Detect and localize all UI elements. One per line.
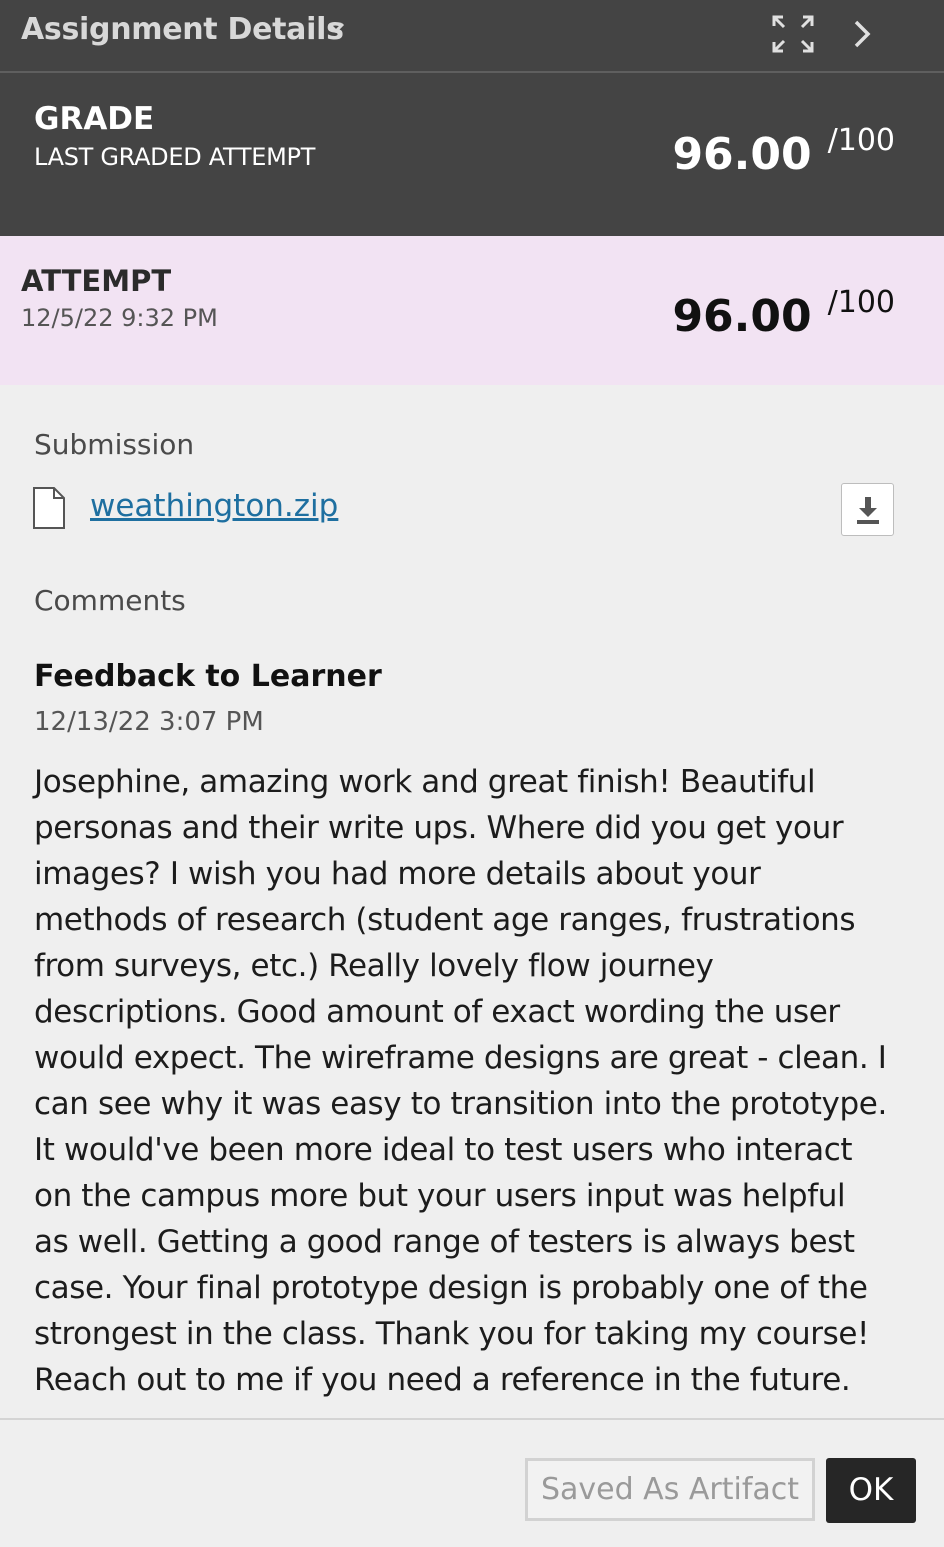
grade-score-max: /100 [827,123,895,158]
chevron-right-icon[interactable] [848,14,880,54]
feedback-line: would expect. The wireframe designs are … [34,1040,887,1076]
saved-as-artifact-button[interactable]: Saved As Artifact [525,1458,815,1521]
feedback-line: descriptions. Good amount of exact wordi… [34,994,840,1030]
chevron-down-icon[interactable] [324,16,348,40]
comments-label: Comments [34,584,186,617]
feedback-line: can see why it was easy to transition in… [34,1086,887,1122]
grade-score: 96.00 /100 [672,123,895,180]
feedback-line: images? I wish you had more details abou… [34,856,761,892]
footer-bar: Saved As Artifact OK [0,1418,944,1547]
attempt-score-value: 96.00 [672,291,812,342]
assignment-details-header: Assignment Details [0,0,944,73]
grade-sublabel: LAST GRADED ATTEMPT [34,143,316,171]
feedback-line: Reach out to me if you need a reference … [34,1362,851,1398]
feedback-line: personas and their write ups. Where did … [34,810,844,846]
feedback-line: from surveys, etc.) Really lovely flow j… [34,948,714,984]
expand-icon[interactable] [771,14,815,54]
feedback-date: 12/13/22 3:07 PM [34,707,264,737]
feedback-line: strongest in the class. Thank you for ta… [34,1316,870,1352]
grade-score-value: 96.00 [672,129,812,180]
header-title[interactable]: Assignment Details [21,12,344,47]
feedback-body: Josephine, amazing work and great finish… [34,759,914,1403]
feedback-line: It would've been more ideal to test user… [34,1132,853,1168]
download-icon [856,496,879,524]
grade-panel: GRADE LAST GRADED ATTEMPT 96.00 /100 [0,73,944,236]
attempt-date: 12/5/22 9:32 PM [21,304,218,332]
attempt-panel[interactable]: ATTEMPT 12/5/22 9:32 PM 96.00 /100 [0,236,944,385]
file-icon [33,487,65,529]
attempt-label: ATTEMPT [21,264,172,298]
feedback-line: Josephine, amazing work and great finish… [34,764,816,800]
feedback-line: case. Your final prototype design is pro… [34,1270,868,1306]
feedback-line: on the campus more but your users input … [34,1178,846,1214]
feedback-title: Feedback to Learner [34,659,382,694]
attempt-score: 96.00 /100 [672,285,895,342]
feedback-line: methods of research (student age ranges,… [34,902,856,938]
submission-label: Submission [34,428,195,461]
ok-button[interactable]: OK [826,1458,916,1523]
feedback-line: as well. Getting a good range of testers… [34,1224,855,1260]
grade-label: GRADE [34,101,155,137]
download-button[interactable] [841,483,894,536]
submission-file-link[interactable]: weathington.zip [90,488,338,524]
attempt-score-max: /100 [827,285,895,320]
